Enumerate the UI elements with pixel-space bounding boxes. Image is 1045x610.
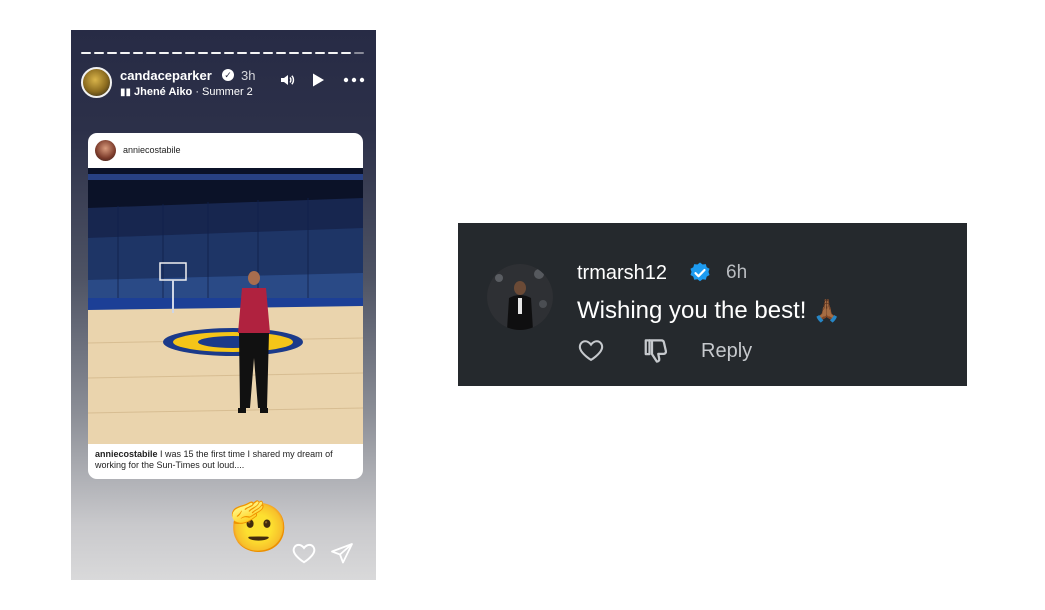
comment-time: 6h (726, 262, 748, 283)
heart-icon-glyph (292, 543, 316, 564)
instagram-story: candaceparker ✓ 3h ▮▮ Jhené Aiko · Summe… (71, 30, 376, 580)
story-music[interactable]: Jhené Aiko · Summer 2 (134, 86, 266, 98)
heart-outline-glyph (578, 340, 604, 362)
play-icon-glyph (313, 73, 324, 87)
shared-post-header: anniecostabile (88, 133, 363, 168)
story-header: candaceparker ✓ 3h ▮▮ Jhené Aiko · Summe… (81, 66, 366, 100)
shared-post-avatar (95, 140, 116, 161)
music-artist: Jhené Aiko (134, 86, 193, 98)
progress-segment (185, 52, 195, 54)
arena-photo-illustration (88, 168, 363, 444)
verified-icon (688, 261, 712, 285)
play-icon[interactable] (311, 72, 325, 91)
verified-icon: ✓ (222, 69, 234, 81)
progress-segment (328, 52, 338, 54)
caption-username: anniecostabile (95, 449, 158, 459)
salute-emoji-sticker: 🫡 (229, 501, 289, 554)
thumbs-down-glyph (644, 339, 668, 363)
like-heart-icon[interactable] (576, 336, 606, 364)
shared-post-card[interactable]: anniecostabile anniecostabile I was 15 t… (88, 133, 363, 479)
progress-segment-current (354, 52, 364, 54)
comment-avatar[interactable] (487, 264, 553, 330)
shared-post-caption: anniecostabile I was 15 the first time I… (95, 449, 357, 471)
progress-segment (276, 52, 286, 54)
sound-icon-glyph (281, 75, 295, 85)
send-icon[interactable] (329, 541, 355, 565)
shared-post-username: anniecostabile (123, 145, 181, 155)
progress-segment (341, 52, 351, 54)
progress-segment (107, 52, 117, 54)
progress-segment (133, 52, 143, 54)
praying-hands-emoji: 🙏🏾 (813, 298, 841, 323)
dislike-icon[interactable] (642, 336, 672, 366)
music-song: · Summer 2 (192, 86, 253, 98)
story-time: 3h (241, 68, 256, 83)
story-avatar[interactable] (81, 67, 112, 98)
progress-segment (302, 52, 312, 54)
progress-segment (237, 52, 247, 54)
avatar-illustration (487, 264, 553, 330)
more-icon-glyph (343, 77, 365, 83)
more-icon[interactable] (343, 72, 365, 91)
progress-segment (159, 52, 169, 54)
progress-segment (172, 52, 182, 54)
progress-segment (224, 52, 234, 54)
send-icon-glyph (331, 543, 353, 564)
progress-segment (315, 52, 325, 54)
story-progress-bar (81, 52, 364, 55)
comment-text: Wishing you the best! 🙏🏾 (577, 297, 841, 325)
progress-segment (120, 52, 130, 54)
story-username[interactable]: candaceparker (120, 68, 212, 83)
progress-segment (146, 52, 156, 54)
music-icon: ▮▮ (120, 87, 132, 98)
sound-icon[interactable] (279, 72, 295, 92)
comment-message: Wishing you the best! (577, 297, 814, 324)
comment-username[interactable]: trmarsh12 (577, 262, 667, 285)
reply-button[interactable]: Reply (701, 340, 752, 363)
progress-segment (211, 52, 221, 54)
progress-segment (289, 52, 299, 54)
comment-card: trmarsh12 6h Wishing you the best! 🙏🏾 Re… (458, 223, 967, 386)
verified-badge-glyph (690, 262, 710, 282)
progress-segment (250, 52, 260, 54)
progress-segment (198, 52, 208, 54)
heart-icon[interactable] (291, 540, 317, 566)
progress-segment (81, 52, 91, 54)
shared-post-photo (88, 168, 363, 444)
progress-segment (94, 52, 104, 54)
progress-segment (263, 52, 273, 54)
